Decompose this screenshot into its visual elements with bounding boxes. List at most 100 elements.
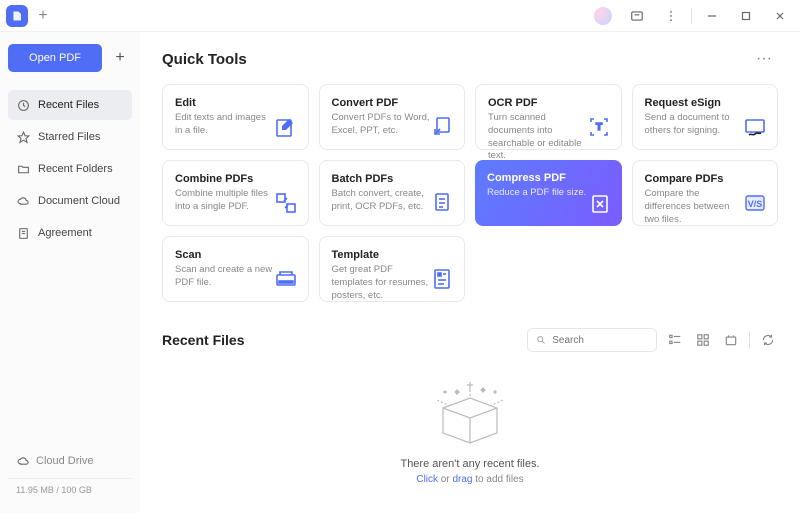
close-button[interactable] <box>766 4 794 28</box>
tool-title: Batch PDFs <box>332 173 453 185</box>
view-grid-icon[interactable] <box>693 330 713 350</box>
kebab-menu-icon[interactable] <box>657 4 685 28</box>
profile-avatar[interactable] <box>589 4 617 28</box>
cloud-icon <box>16 454 30 468</box>
svg-text:V/S: V/S <box>748 199 763 209</box>
empty-drag-link[interactable]: drag <box>452 474 472 485</box>
tool-desc: Get great PDF templates for resumes, pos… <box>332 264 432 302</box>
folder-icon <box>16 162 30 176</box>
sidebar-item-starred-files[interactable]: Starred Files <box>8 122 132 152</box>
tool-desc: Reduce a PDF file size. <box>487 187 587 200</box>
cloud-drive-label: Cloud Drive <box>36 455 93 467</box>
titlebar: + <box>0 0 800 32</box>
esign-icon <box>743 115 767 139</box>
notification-icon[interactable] <box>623 4 651 28</box>
titlebar-left: + <box>6 5 54 27</box>
open-pdf-button[interactable]: Open PDF <box>8 44 102 72</box>
recent-files-header: Recent Files <box>162 328 778 352</box>
tool-desc: Convert PDFs to Word, Excel, PPT, etc. <box>332 112 432 138</box>
sidebar-item-label: Recent Folders <box>38 163 113 175</box>
tool-ocr[interactable]: OCR PDF Turn scanned documents into sear… <box>475 84 622 150</box>
cloud-drive-button[interactable]: Cloud Drive <box>8 450 132 472</box>
titlebar-right <box>589 4 794 28</box>
sidebar-item-recent-folders[interactable]: Recent Folders <box>8 154 132 184</box>
convert-icon <box>430 115 454 139</box>
compare-icon: V/S <box>743 191 767 215</box>
app-logo[interactable] <box>6 5 28 27</box>
refresh-icon[interactable] <box>758 330 778 350</box>
recent-controls <box>527 328 778 352</box>
tool-desc: Combine multiple files into a single PDF… <box>175 188 275 214</box>
sidebar-bottom: Cloud Drive 11.95 MB / 100 GB <box>8 450 132 501</box>
tool-desc: Send a document to others for signing. <box>645 112 745 138</box>
quick-tools-header: Quick Tools ··· <box>162 48 778 70</box>
tool-compress[interactable]: Compress PDF Reduce a PDF file size. <box>475 160 622 226</box>
empty-subtext: Click or drag to add files <box>416 474 523 485</box>
quick-tools-title: Quick Tools <box>162 51 247 68</box>
empty-or: or <box>438 474 452 485</box>
tool-title: Edit <box>175 97 296 109</box>
sidebar-item-label: Document Cloud <box>38 195 120 207</box>
tool-title: Scan <box>175 249 296 261</box>
batch-icon <box>430 191 454 215</box>
sidebar-item-label: Recent Files <box>38 99 99 111</box>
star-icon <box>16 130 30 144</box>
divider <box>749 332 750 348</box>
view-list-icon[interactable] <box>665 330 685 350</box>
tool-scan[interactable]: Scan Scan and create a new PDF file. <box>162 236 309 302</box>
edit-icon <box>274 115 298 139</box>
tool-combine[interactable]: Combine PDFs Combine multiple files into… <box>162 160 309 226</box>
ocr-icon: T <box>587 115 611 139</box>
search-icon <box>536 334 546 346</box>
sidebar-item-recent-files[interactable]: Recent Files <box>8 90 132 120</box>
tool-title: Compare PDFs <box>645 173 766 185</box>
search-input[interactable] <box>552 335 648 346</box>
minimize-button[interactable] <box>698 4 726 28</box>
new-tab-button[interactable]: + <box>32 5 54 27</box>
open-row: Open PDF + <box>8 44 132 72</box>
sort-icon[interactable] <box>721 330 741 350</box>
tool-template[interactable]: Template Get great PDF templates for res… <box>319 236 466 302</box>
template-icon <box>430 267 454 291</box>
tool-title: Combine PDFs <box>175 173 296 185</box>
sidebar-item-label: Agreement <box>38 227 92 239</box>
divider <box>691 8 692 24</box>
sidebar-item-document-cloud[interactable]: Document Cloud <box>8 186 132 216</box>
scan-icon <box>274 267 298 291</box>
tool-compare[interactable]: Compare PDFs Compare the differences bet… <box>632 160 779 226</box>
clock-icon <box>16 98 30 112</box>
tool-title: Convert PDF <box>332 97 453 109</box>
tool-esign[interactable]: Request eSign Send a document to others … <box>632 84 779 150</box>
sidebar: Open PDF + Recent Files Starred Files Re… <box>0 32 140 513</box>
tool-title: OCR PDF <box>488 97 609 109</box>
empty-state: There aren't any recent files. Click or … <box>162 370 778 485</box>
sidebar-item-label: Starred Files <box>38 131 100 143</box>
sidebar-item-agreement[interactable]: Agreement <box>8 218 132 248</box>
tool-batch[interactable]: Batch PDFs Batch convert, create, print,… <box>319 160 466 226</box>
tool-title: Request eSign <box>645 97 766 109</box>
tool-convert[interactable]: Convert PDF Convert PDFs to Word, Excel,… <box>319 84 466 150</box>
combine-icon <box>274 191 298 215</box>
empty-box-icon <box>425 378 515 448</box>
tool-title: Compress PDF <box>487 172 610 184</box>
add-button[interactable]: + <box>108 46 132 70</box>
tool-edit[interactable]: Edit Edit texts and images in a file. <box>162 84 309 150</box>
quick-tools-more-icon[interactable]: ··· <box>750 48 778 70</box>
tool-desc: Edit texts and images in a file. <box>175 112 275 138</box>
compress-icon <box>588 192 612 216</box>
main-layout: Open PDF + Recent Files Starred Files Re… <box>0 32 800 513</box>
empty-click-link[interactable]: Click <box>416 474 438 485</box>
tool-grid: Edit Edit texts and images in a file. Co… <box>162 84 778 302</box>
document-icon <box>16 226 30 240</box>
cloud-icon <box>16 194 30 208</box>
search-box[interactable] <box>527 328 657 352</box>
storage-text: 11.95 MB / 100 GB <box>8 478 132 501</box>
tool-desc: Scan and create a new PDF file. <box>175 264 275 290</box>
tool-desc: Batch convert, create, print, OCR PDFs, … <box>332 188 432 214</box>
empty-text: There aren't any recent files. <box>400 458 539 470</box>
maximize-button[interactable] <box>732 4 760 28</box>
empty-suffix: to add files <box>472 474 523 485</box>
tool-desc: Compare the differences between two file… <box>645 188 745 226</box>
recent-files-title: Recent Files <box>162 332 244 348</box>
content: Quick Tools ··· Edit Edit texts and imag… <box>140 32 800 513</box>
